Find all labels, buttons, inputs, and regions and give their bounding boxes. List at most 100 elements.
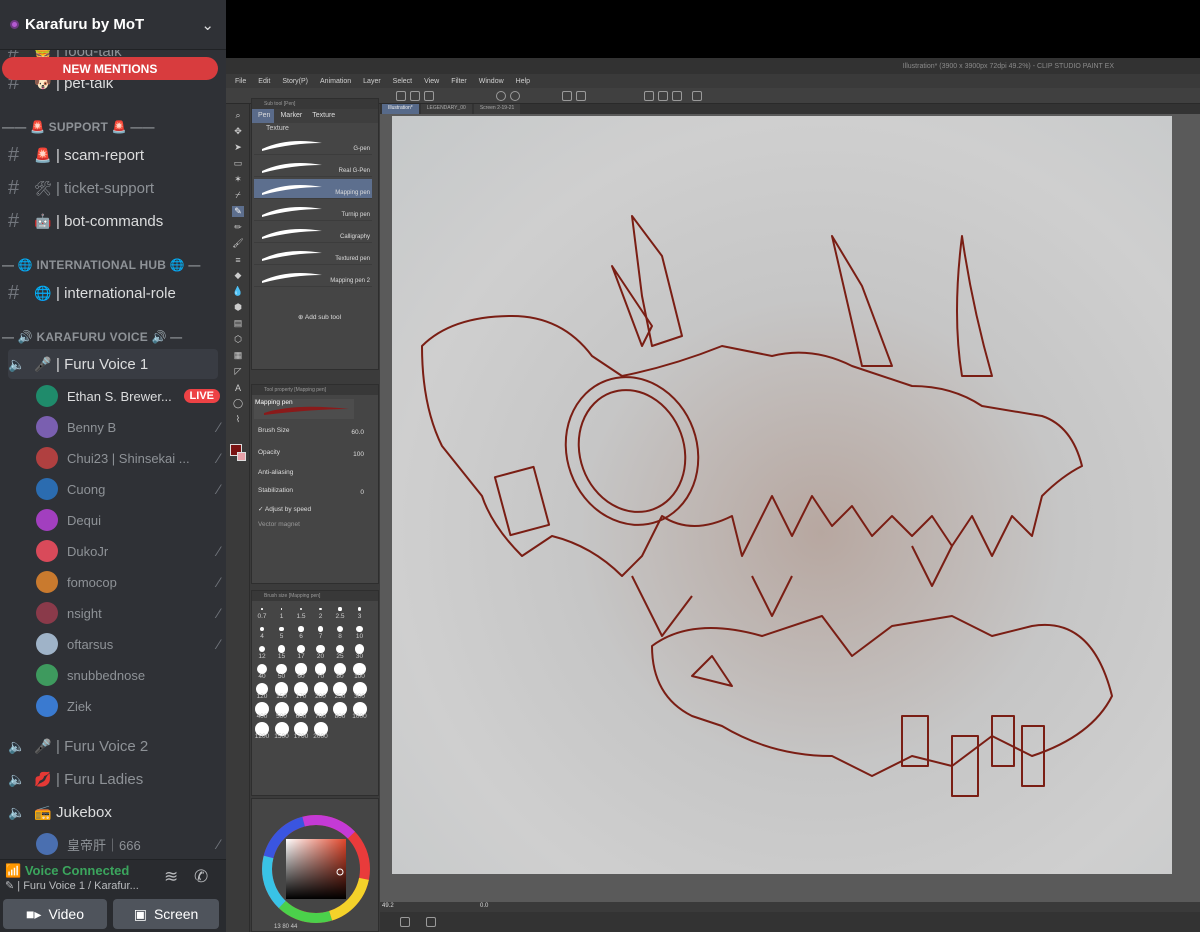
- channel-scam-report[interactable]: # 🚨 | scam-report: [8, 140, 218, 170]
- brush-item[interactable]: G-pen: [254, 135, 372, 155]
- menu-help[interactable]: Help: [516, 78, 530, 85]
- brush-item[interactable]: Mapping pen: [254, 179, 372, 199]
- tab-pen[interactable]: Pen: [252, 109, 275, 123]
- noise-suppression-icon[interactable]: ≋: [164, 867, 178, 887]
- file-tab-legendary[interactable]: LEGENDARY_00: [420, 104, 472, 114]
- brush-item[interactable]: Real G-Pen: [254, 157, 372, 177]
- server-header[interactable]: Karafuru by MoT ⌄: [0, 0, 226, 50]
- channel-ticket-support[interactable]: # 🛠 | ticket-support: [8, 173, 218, 203]
- snap-icon[interactable]: [644, 91, 654, 101]
- brush-item[interactable]: Turnip pen: [254, 201, 372, 221]
- brush-size-dot[interactable]: [338, 607, 342, 611]
- voice-user[interactable]: nsight ⁄: [36, 600, 220, 626]
- channel-international-role[interactable]: # 🌐 | international-role: [8, 278, 218, 308]
- voice-channel-furu-ladies[interactable]: 🔈 💋 | Furu Ladies: [8, 764, 218, 794]
- category-international-hub[interactable]: — 🌐 INTERNATIONAL HUB 🌐 —: [2, 258, 224, 272]
- menu-window[interactable]: Window: [479, 78, 504, 85]
- opacity-value[interactable]: 100: [353, 451, 364, 458]
- gradient-icon[interactable]: ▤: [232, 318, 244, 329]
- save-icon[interactable]: [424, 91, 434, 101]
- ruler-tool-icon[interactable]: ◸: [232, 366, 244, 377]
- brush-item[interactable]: Mapping pen 2: [254, 267, 372, 287]
- redo-icon[interactable]: [510, 91, 520, 101]
- new-mentions-banner[interactable]: NEW MENTIONS: [2, 57, 218, 80]
- brush-size-dot[interactable]: [280, 608, 283, 610]
- figure-tool-icon[interactable]: ⬡: [232, 334, 244, 345]
- menu-filter[interactable]: Filter: [451, 78, 467, 85]
- voice-user[interactable]: snubbednose: [36, 662, 220, 688]
- adjust-by-speed-checkbox[interactable]: ✓ Adjust by speed: [258, 505, 311, 513]
- brush-size-dot[interactable]: [297, 645, 305, 653]
- airbrush-icon[interactable]: ≡: [232, 254, 244, 265]
- add-sub-tool-button[interactable]: ⊕ Add sub tool: [298, 313, 341, 321]
- pen-tool-icon[interactable]: ✎: [232, 206, 244, 217]
- open-icon[interactable]: [410, 91, 420, 101]
- fill-icon[interactable]: [562, 91, 572, 101]
- snap-grid-icon[interactable]: [672, 91, 682, 101]
- balloon-tool-icon[interactable]: ◯: [232, 398, 244, 409]
- new-icon[interactable]: [396, 91, 406, 101]
- brush-size-dot[interactable]: [299, 607, 303, 611]
- eyedropper-icon[interactable]: ⌿: [232, 190, 244, 201]
- brush-size-dot[interactable]: [337, 626, 343, 632]
- menu-select[interactable]: Select: [393, 78, 412, 85]
- selection-tool-icon[interactable]: ▭: [232, 158, 244, 169]
- chevron-down-icon[interactable]: ⌄: [201, 16, 214, 34]
- menu-file[interactable]: File: [235, 78, 246, 85]
- stabilization-value[interactable]: 0: [360, 489, 364, 496]
- brush-size-dot[interactable]: [261, 608, 263, 610]
- transform-icon[interactable]: [576, 91, 586, 101]
- menu-view[interactable]: View: [424, 78, 439, 85]
- brush-size-dot[interactable]: [319, 607, 322, 611]
- layer-icon[interactable]: [426, 917, 436, 927]
- voice-user[interactable]: Benny B ⁄: [36, 414, 220, 440]
- voice-channel-furu-voice-1[interactable]: 🔈 🎤 | Furu Voice 1: [8, 349, 218, 379]
- menu-edit[interactable]: Edit: [258, 78, 270, 85]
- menu-story[interactable]: Story(P): [282, 78, 308, 85]
- undo-icon[interactable]: [496, 91, 506, 101]
- correct-line-icon[interactable]: ⌇: [232, 414, 244, 425]
- voice-user[interactable]: oftarsus ⁄: [36, 631, 220, 657]
- brush-size-dot[interactable]: [259, 626, 265, 632]
- tab-marker[interactable]: Marker: [274, 109, 306, 123]
- video-button[interactable]: ■▸ Video: [3, 899, 107, 929]
- settings-icon[interactable]: [692, 91, 702, 101]
- voice-user[interactable]: Ethan S. Brewer... LIVE: [36, 383, 220, 409]
- brush-size-dot[interactable]: [317, 626, 324, 632]
- file-tab-screen[interactable]: Screen 2-19-21: [473, 104, 521, 114]
- fill-tool-icon[interactable]: ⬢: [232, 302, 244, 313]
- voice-channel-jukebox[interactable]: 🔈 📻 Jukebox: [8, 797, 218, 827]
- file-tab-illustration[interactable]: Illustration*: [382, 104, 419, 114]
- screen-share-button[interactable]: ▣ Screen: [113, 899, 219, 929]
- move-tool-icon[interactable]: ✥: [232, 126, 244, 137]
- category-karafuru-voice[interactable]: — 🔊 KARAFURU VOICE 🔊 —: [2, 330, 224, 344]
- brush-tool-icon[interactable]: 🖌: [232, 238, 244, 249]
- zoom-tool-icon[interactable]: ⌕: [232, 110, 244, 121]
- menu-layer[interactable]: Layer: [363, 78, 381, 85]
- voice-user[interactable]: Dequi: [36, 507, 220, 533]
- disconnect-icon[interactable]: ✆: [194, 867, 208, 887]
- rotation-value[interactable]: 0.0: [480, 903, 488, 909]
- text-tool-icon[interactable]: A: [232, 382, 244, 393]
- brush-size-dot[interactable]: [316, 644, 325, 654]
- drawing-canvas[interactable]: [392, 116, 1172, 874]
- color-wheel[interactable]: [253, 809, 379, 927]
- sub-color-swatch[interactable]: [237, 452, 246, 461]
- eraser-icon[interactable]: ◆: [232, 270, 244, 281]
- brush-size-dot[interactable]: [357, 607, 362, 611]
- auto-select-icon[interactable]: ✶: [232, 174, 244, 185]
- snap-ruler-icon[interactable]: [658, 91, 668, 101]
- channel-bot-commands[interactable]: # 🤖 | bot-commands: [8, 206, 218, 236]
- brush-size-dot[interactable]: [298, 626, 304, 632]
- brush-size-dot[interactable]: [356, 625, 363, 633]
- menu-animation[interactable]: Animation: [320, 78, 351, 85]
- zoom-value[interactable]: 49.2: [382, 903, 394, 909]
- voice-user[interactable]: Cuong ⁄: [36, 476, 220, 502]
- voice-channel-furu-voice-2[interactable]: 🔈 🎤 | Furu Voice 2: [8, 731, 218, 761]
- operation-tool-icon[interactable]: ➤: [232, 142, 244, 153]
- brush-item[interactable]: Textured pen: [254, 245, 372, 265]
- brush-size-value[interactable]: 60.0: [351, 429, 364, 436]
- frame-tool-icon[interactable]: ▦: [232, 350, 244, 361]
- navigator-icon[interactable]: [400, 917, 410, 927]
- brush-size-dot[interactable]: [258, 645, 266, 653]
